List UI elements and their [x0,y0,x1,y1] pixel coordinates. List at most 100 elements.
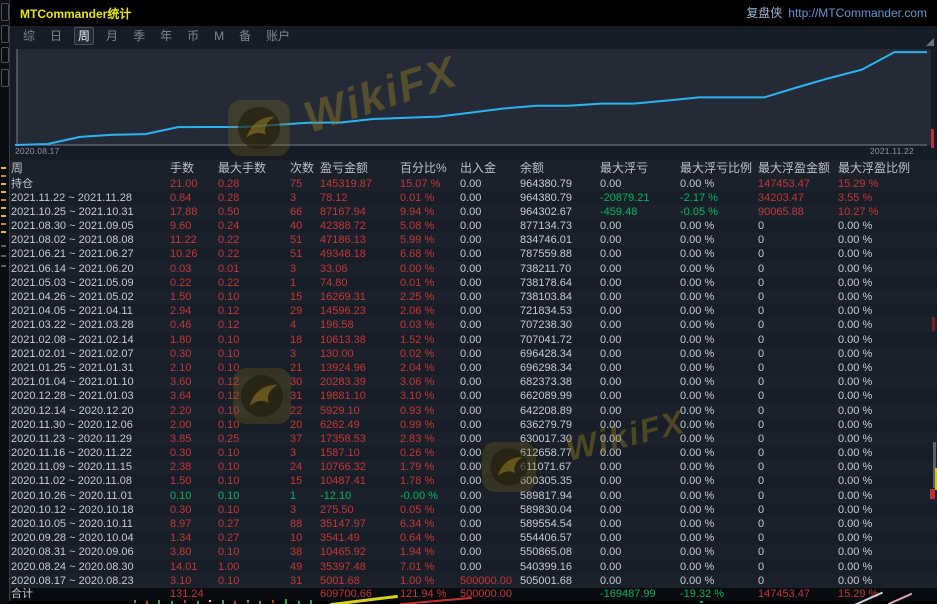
cell: 0.00 [600,347,680,361]
menu-item-币[interactable]: 币 [184,28,202,44]
table-row[interactable]: 2021.05.03 ~ 2021.05.090.220.22174.800.0… [11,276,937,290]
table-row[interactable]: 2021.02.08 ~ 2021.02.141.800.101810613.3… [11,333,937,347]
cell: 0.00 % [680,233,758,247]
resize-grip[interactable] [926,38,934,46]
table-row[interactable]: 2021.10.25 ~ 2021.10.3117.880.506687167.… [11,205,937,219]
table-row[interactable]: 2021.06.14 ~ 2021.06.200.030.01333.060.0… [11,262,937,276]
cell: 0.00 [600,375,680,389]
menu-item-月[interactable]: 月 [103,28,121,44]
cell: 1.34 [170,531,218,545]
cell: 0.00 % [838,347,937,361]
cell: 0 [758,276,838,290]
column-header-5: 百分比% [400,160,460,177]
eagle-icon [233,368,291,424]
cell: 10.26 [170,247,218,261]
background-fragment [222,600,224,604]
table-row[interactable]: 2021.08.30 ~ 2021.09.059.600.244042388.7… [11,219,937,233]
table-row[interactable]: 2021.04.26 ~ 2021.05.021.500.101516269.3… [11,290,937,304]
cell: 0.00 % [838,545,937,559]
cell: 0.00 % [680,247,758,261]
cell: 0.00 % [680,418,758,432]
menu-item-日[interactable]: 日 [47,28,65,44]
table-row[interactable]: 2020.10.26 ~ 2020.11.010.100.101-12.10-0… [11,489,937,503]
background-fragment [1,245,6,247]
column-header-0: 周 [11,160,170,177]
table-row[interactable]: 2020.11.30 ~ 2020.12.062.000.10206262.49… [11,418,937,432]
cell: 0.10 [218,574,290,588]
table-row[interactable]: 2021.11.22 ~ 2021.11.280.840.28378.120.0… [11,191,937,205]
cell: 500000.00 [460,574,520,588]
cell: 0.00 % [400,262,460,276]
cell: 90065.88 [758,205,838,219]
table-row[interactable]: 2021.06.21 ~ 2021.06.2710.260.225149348.… [11,247,937,261]
table-row[interactable]: 2020.11.16 ~ 2020.11.220.300.1031587.100… [11,446,937,460]
cell: 0.84 [170,191,218,205]
cell: 1.00 [218,560,290,574]
wikifx-watermark-logo [482,442,536,492]
cell: 87167.94 [320,205,400,219]
table-row[interactable]: 2020.12.14 ~ 2020.12.202.200.10225929.10… [11,404,937,418]
table-row[interactable]: 2020.10.05 ~ 2020.10.118.970.278835147.9… [11,517,937,531]
menu-item-备[interactable]: 备 [236,28,254,44]
table-row[interactable]: 2021.01.25 ~ 2021.01.312.100.102113924.9… [11,361,937,375]
cell: 130.00 [320,347,400,361]
cell: 0.00 [460,361,520,375]
cell: 5929.10 [320,404,400,418]
cell: 0.24 [218,219,290,233]
chart-end-date-label: 2021.11.22 [870,146,914,156]
cell: 3 [290,503,320,517]
menu-item-综[interactable]: 综 [20,28,38,44]
table-row[interactable]: 2021.03.22 ~ 2021.03.280.460.124196.580.… [11,318,937,332]
cell: 3 [290,446,320,460]
menu-item-年[interactable]: 年 [157,28,175,44]
cell: 147453.47 [758,177,838,191]
table-row[interactable]: 2020.11.02 ~ 2020.11.081.500.101510487.4… [11,474,937,488]
cell: 964302.67 [520,205,600,219]
table-row[interactable]: 2020.09.28 ~ 2020.10.041.340.27103541.49… [11,531,937,545]
brand-url-link[interactable]: http://MTCommander.com [788,6,927,20]
cell: 0.00 % [680,276,758,290]
table-row[interactable]: 2020.08.24 ~ 2020.08.3014.011.004935397.… [11,560,937,574]
cell: 17.88 [170,205,218,219]
table-row[interactable]: 2021.08.02 ~ 2021.08.0811.220.225147186.… [11,233,937,247]
table-row[interactable]: 2020.11.09 ~ 2020.11.152.380.102410766.3… [11,460,937,474]
menu-item-M[interactable]: M [211,28,227,44]
cell: 964380.79 [520,177,600,191]
menu-item-账户[interactable]: 账户 [263,28,293,44]
menu-item-周[interactable]: 周 [74,27,94,45]
background-fragment [1,175,6,177]
cell: 1 [290,276,320,290]
cell: 0.00 [600,460,680,474]
cell: -20879.21 [600,191,680,205]
cell: -19.32 % [680,588,758,602]
table-row[interactable]: 2020.11.23 ~ 2020.11.293.850.253717358.5… [11,432,937,446]
cell: 1 [290,489,320,503]
table-row[interactable]: 2020.12.28 ~ 2021.01.033.640.123119881.1… [11,389,937,403]
background-fragment [1,207,6,209]
cell: 42388.72 [320,219,400,233]
table-row[interactable]: 2020.08.31 ~ 2020.09.063.800.103810465.9… [11,545,937,559]
table-row[interactable]: 2021.02.01 ~ 2021.02.070.300.103130.000.… [11,347,937,361]
table-row[interactable]: 2020.10.12 ~ 2020.10.180.300.103275.500.… [11,503,937,517]
background-fragment [1,199,6,201]
table-row[interactable]: 2021.01.04 ~ 2021.01.103.600.123020283.3… [11,375,937,389]
cell: 0.10 [218,333,290,347]
table-row[interactable]: 2021.04.05 ~ 2021.04.112.940.122914596.2… [11,304,937,318]
table-row[interactable]: 持仓21.000.2875145319.8715.07 %0.00964380.… [11,177,937,191]
cell: 0 [758,446,838,460]
cell: 0.00 [460,389,520,403]
cell: 0.25 [218,432,290,446]
table-body: 持仓21.000.2875145319.8715.07 %0.00964380.… [11,177,937,588]
eagle-icon [482,442,536,492]
cell: 0.00 % [838,333,937,347]
cell [290,588,320,602]
cell: 0.00 % [838,560,937,574]
cell: 0 [758,347,838,361]
cell: 75 [290,177,320,191]
cell: 2.94 [170,304,218,318]
cell: 0 [758,574,838,588]
table-row[interactable]: 2020.08.17 ~ 2020.08.233.100.10315001.68… [11,574,937,588]
cell: 2021.02.08 ~ 2021.02.14 [11,333,170,347]
menu-item-季[interactable]: 季 [130,28,148,44]
cell: 3.10 [170,574,218,588]
